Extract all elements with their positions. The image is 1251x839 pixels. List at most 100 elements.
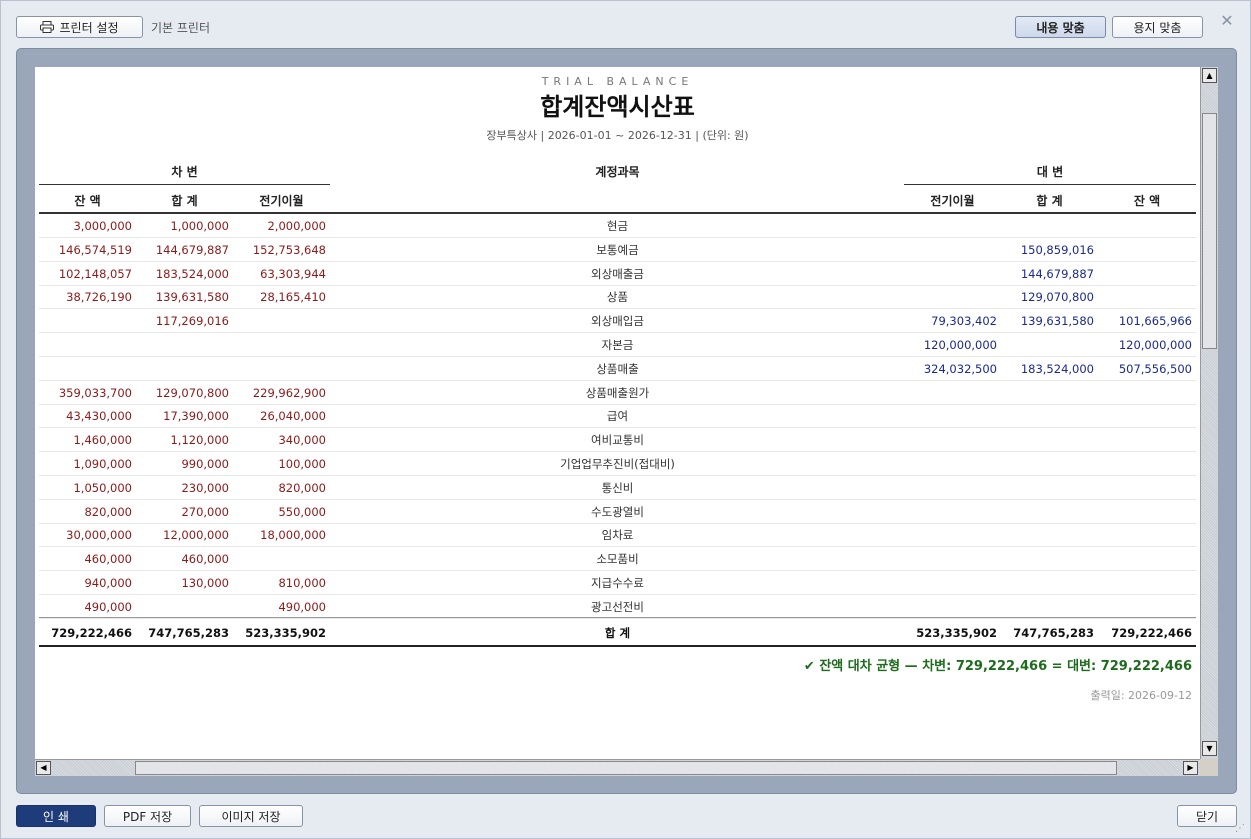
table-row: 38,726,190 139,631,580 28,165,410 상품 129,070… xyxy=(39,285,1196,310)
credit-total-cell xyxy=(1001,428,1094,452)
total-credit-carried: 523,335,902 xyxy=(916,626,997,640)
close-icon[interactable]: ✕ xyxy=(1217,11,1237,31)
credit-total-cell: 150,859,016 xyxy=(1020,242,1094,257)
table-row: 146,574,519 144,679,887 152,753,648 보통예금 150… xyxy=(39,238,1196,262)
table-row: 30,000,000 12,000,000 18,000,000 임차료 xyxy=(39,523,1196,548)
account-name-cell: 지급수수료 xyxy=(591,576,644,590)
total-credit-total: 747,765,283 xyxy=(1013,626,1094,640)
credit-balance-cell xyxy=(1098,571,1192,595)
printer-settings-button[interactable]: 프린터 설정 xyxy=(16,16,143,38)
debit-total-cell: 1,000,000 xyxy=(170,219,229,233)
account-name-cell: 소모품비 xyxy=(596,552,639,567)
credit-total-cell xyxy=(1001,523,1094,547)
scrollbar-corner xyxy=(1200,759,1218,776)
account-name-cell: 기업업무추진비(접대비) xyxy=(560,457,675,471)
report-title: 합계잔액시산표 xyxy=(540,92,695,121)
credit-carried-cell: 79,303,402 xyxy=(931,314,997,329)
account-name-cell: 보통예금 xyxy=(596,242,639,257)
debit-carried-cell: 28,165,410 xyxy=(260,290,326,305)
print-button[interactable]: 인 쇄 xyxy=(16,805,96,827)
table-row: 359,033,700 129,070,800 229,962,900 상품매출원가 xyxy=(39,381,1196,405)
debit-total-header: 합 계 xyxy=(171,194,198,208)
fit-paper-button[interactable]: 용지 맞춤 xyxy=(1112,16,1203,38)
table-row: 460,000 460,000 소모품비 xyxy=(39,547,1196,572)
debit-balance-cell: 1,090,000 xyxy=(73,457,132,471)
credit-balance-cell xyxy=(1098,452,1192,476)
scroll-right-icon[interactable]: ▶ xyxy=(1183,761,1198,775)
account-header: 계정과목 xyxy=(595,165,640,179)
credit-balance-cell xyxy=(1098,595,1192,619)
debit-balance-cell: 820,000 xyxy=(84,504,132,519)
report-page: TRIAL BALANCE 합계잔액시산표 장부특상사 | 2026-01-01… xyxy=(35,67,1200,759)
credit-group-header: 대 변 xyxy=(1036,165,1064,179)
credit-total-cell xyxy=(1001,214,1094,238)
account-name-cell: 상품매출 xyxy=(596,361,639,376)
debit-balance-cell: 940,000 xyxy=(84,576,132,590)
credit-carried-cell xyxy=(904,428,997,452)
horizontal-scroll-thumb[interactable] xyxy=(135,761,1117,775)
table-row: 3,000,000 1,000,000 2,000,000 현금 xyxy=(39,214,1196,238)
credit-balance-cell xyxy=(1098,523,1192,547)
account-name-cell: 현금 xyxy=(606,219,629,233)
credit-balance-cell xyxy=(1098,262,1192,286)
debit-balance-cell: 3,000,000 xyxy=(73,219,132,233)
debit-total-cell: 230,000 xyxy=(181,480,229,495)
credit-carried-cell xyxy=(904,500,997,524)
debit-total-cell: 12,000,000 xyxy=(163,528,229,543)
debit-total-cell: 117,269,016 xyxy=(155,314,229,329)
debit-balance-cell: 102,148,057 xyxy=(58,266,132,281)
scroll-down-icon[interactable]: ▼ xyxy=(1202,741,1217,756)
credit-total-cell: 129,070,800 xyxy=(1020,290,1094,305)
close-button[interactable]: 닫기 xyxy=(1177,805,1237,827)
credit-carried-cell: 120,000,000 xyxy=(923,338,997,352)
credit-carried-cell xyxy=(904,381,997,405)
credit-total-cell: 144,679,887 xyxy=(1020,266,1094,281)
table-row: 102,148,057 183,524,000 63,303,944 외상매출금 144… xyxy=(39,262,1196,286)
horizontal-scrollbar[interactable]: ◀ ▶ xyxy=(35,759,1200,776)
account-name-cell: 통신비 xyxy=(601,480,634,495)
debit-carried-cell xyxy=(233,309,326,333)
credit-carried-cell xyxy=(904,476,997,500)
credit-balance-cell xyxy=(1098,476,1192,500)
debit-carried-cell: 18,000,000 xyxy=(260,528,326,543)
resize-grip-icon[interactable]: ⋰ xyxy=(1235,823,1247,835)
debit-balance-cell xyxy=(39,357,132,381)
debit-balance-cell: 1,050,000 xyxy=(73,480,132,495)
account-name-cell: 수도광열비 xyxy=(591,504,644,519)
account-name-cell: 상품 xyxy=(606,290,629,305)
printer-settings-label: 프린터 설정 xyxy=(59,20,119,35)
credit-total-cell: 139,631,580 xyxy=(1020,314,1094,329)
vertical-scrollbar[interactable]: ▲ ▼ xyxy=(1200,67,1218,759)
debit-balance-cell: 146,574,519 xyxy=(58,242,132,257)
account-name-cell: 급여 xyxy=(606,409,629,424)
debit-carried-header: 전기이월 xyxy=(259,194,304,208)
credit-total-cell xyxy=(1001,452,1094,476)
debit-carried-cell: 490,000 xyxy=(278,599,326,614)
debit-total-cell: 1,120,000 xyxy=(170,433,229,448)
debit-carried-cell xyxy=(233,547,326,571)
credit-total-header: 합 계 xyxy=(1036,194,1063,208)
credit-total-cell xyxy=(1001,381,1094,405)
vertical-scroll-thumb[interactable] xyxy=(1202,113,1217,349)
credit-balance-cell: 507,556,500 xyxy=(1118,361,1192,376)
credit-balance-cell xyxy=(1098,238,1192,262)
credit-carried-cell xyxy=(904,523,997,547)
fit-content-button[interactable]: 내용 맞춤 xyxy=(1015,16,1106,38)
account-name-cell: 광고선전비 xyxy=(591,599,644,614)
account-name-cell: 외상매출금 xyxy=(591,266,644,281)
scroll-up-icon[interactable]: ▲ xyxy=(1202,68,1217,83)
credit-total-cell xyxy=(1001,500,1094,524)
account-name-cell: 자본금 xyxy=(601,338,634,352)
debit-total-cell: 460,000 xyxy=(181,552,229,567)
credit-total-cell xyxy=(1001,476,1094,500)
debit-balance-cell: 490,000 xyxy=(84,599,132,614)
credit-carried-cell xyxy=(904,214,997,238)
scroll-left-icon[interactable]: ◀ xyxy=(36,761,51,775)
debit-balance-cell: 38,726,190 xyxy=(66,290,132,305)
table-row: 117,269,016 외상매입금 79,303,402 139,631,580 101… xyxy=(39,309,1196,334)
credit-balance-cell: 101,665,966 xyxy=(1118,314,1192,329)
debit-balance-cell xyxy=(39,309,132,333)
debit-carried-cell: 152,753,648 xyxy=(252,242,326,257)
save-image-button[interactable]: 이미지 저장 xyxy=(199,805,303,827)
save-pdf-button[interactable]: PDF 저장 xyxy=(104,805,191,827)
